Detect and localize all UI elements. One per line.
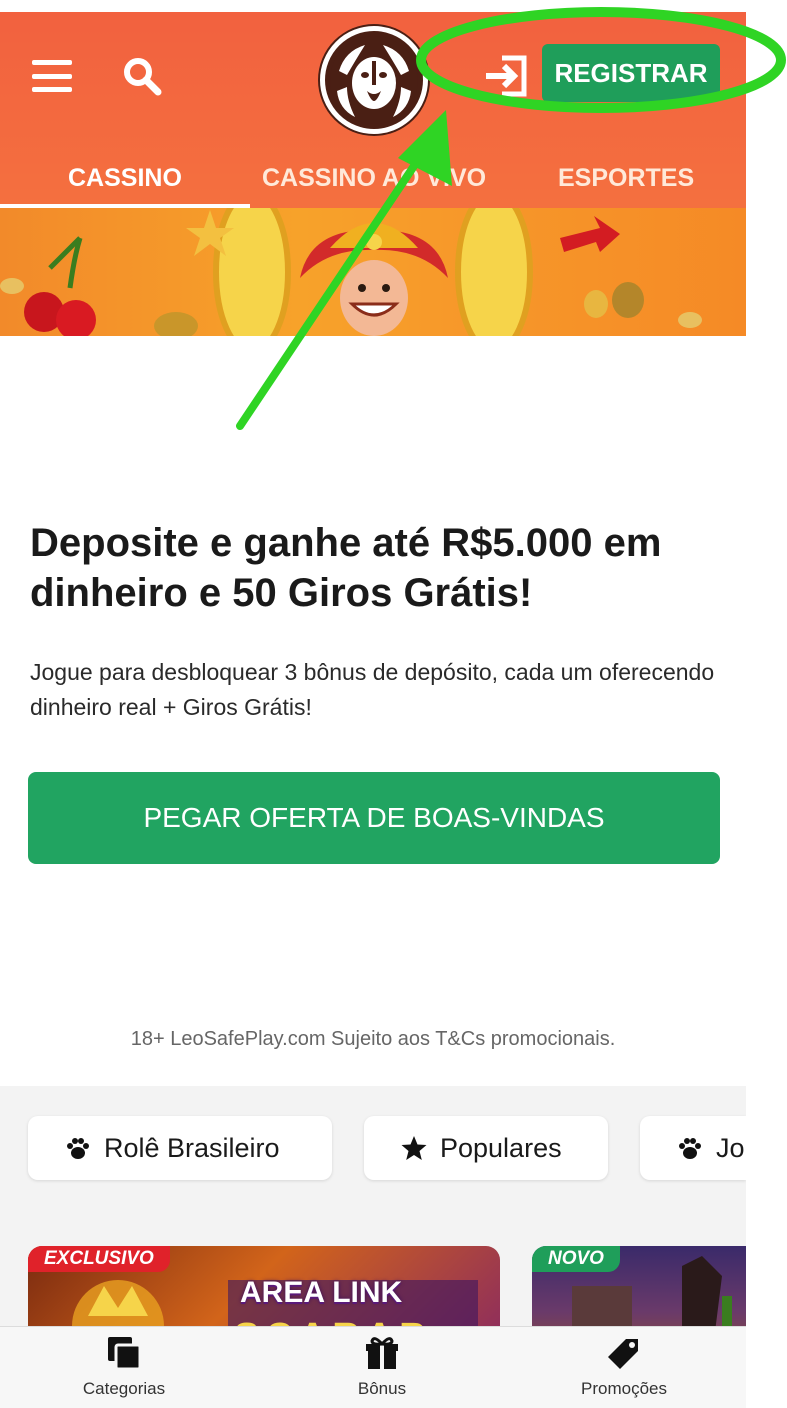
jester-illustration bbox=[0, 208, 702, 336]
categories-icon bbox=[108, 1337, 142, 1371]
nav-item-bonus[interactable]: Bônus bbox=[282, 1333, 482, 1405]
bottom-navigation: Categorias Bônus Promoções bbox=[0, 1326, 746, 1408]
category-chip-role-brasileiro[interactable]: Rolê Brasileiro bbox=[28, 1116, 332, 1180]
hero-banner bbox=[0, 208, 746, 336]
nav-label: Categorias bbox=[82, 1379, 166, 1398]
paw-icon bbox=[67, 1138, 89, 1159]
lion-logo-icon[interactable] bbox=[320, 26, 428, 134]
tag-icon bbox=[608, 1339, 638, 1369]
cherries-icon bbox=[24, 236, 96, 336]
game-title: AREA LINK bbox=[240, 1276, 403, 1309]
promo-description: Jogue para desbloquear 3 bônus de depósi… bbox=[30, 659, 715, 720]
main-tabs: CASSINO CASSINO AO VIVO ESPORTES bbox=[0, 148, 746, 208]
game-tag: NOVO bbox=[532, 1246, 620, 1272]
register-button[interactable]: REGISTRAR bbox=[542, 44, 720, 102]
promo-title: Deposite e ganhe até R$5.000 em dinheiro… bbox=[30, 521, 662, 615]
gift-icon bbox=[366, 1337, 398, 1369]
hamburger-menu-icon[interactable] bbox=[32, 60, 72, 92]
category-chip-partial[interactable]: Jo bbox=[640, 1116, 746, 1180]
tab-esportes[interactable]: ESPORTES bbox=[558, 148, 694, 208]
legal-disclaimer: 18+ LeoSafePlay.com Sujeito aos T&Cs pro… bbox=[130, 1028, 616, 1050]
app-page: REGISTRAR CASSINO CASSINO AO VIVO ESPORT… bbox=[0, 0, 746, 1408]
game-tag: EXCLUSIVO bbox=[28, 1246, 170, 1272]
nav-label: Promoções bbox=[581, 1379, 667, 1398]
nav-item-categorias[interactable]: Categorias bbox=[24, 1333, 224, 1405]
star-icon bbox=[401, 1136, 427, 1160]
category-chip-label: Rolê Brasileiro bbox=[104, 1132, 280, 1163]
tab-cassino-ao-vivo[interactable]: CASSINO AO VIVO bbox=[262, 148, 486, 208]
category-chip-populares[interactable]: Populares bbox=[364, 1116, 608, 1180]
top-header: REGISTRAR CASSINO CASSINO AO VIVO ESPORT… bbox=[0, 12, 746, 208]
paw-icon bbox=[679, 1138, 701, 1159]
nav-label: Bônus bbox=[357, 1379, 407, 1398]
nav-item-promocoes[interactable]: Promoções bbox=[524, 1333, 724, 1405]
category-chip-label: Jo bbox=[716, 1132, 745, 1163]
category-chip-label: Populares bbox=[440, 1132, 562, 1163]
search-icon[interactable] bbox=[120, 54, 164, 98]
tab-cassino[interactable]: CASSINO bbox=[68, 148, 182, 208]
login-arrow-icon[interactable] bbox=[482, 52, 530, 100]
welcome-offer-button[interactable]: PEGAR OFERTA DE BOAS-VINDAS bbox=[28, 772, 720, 864]
